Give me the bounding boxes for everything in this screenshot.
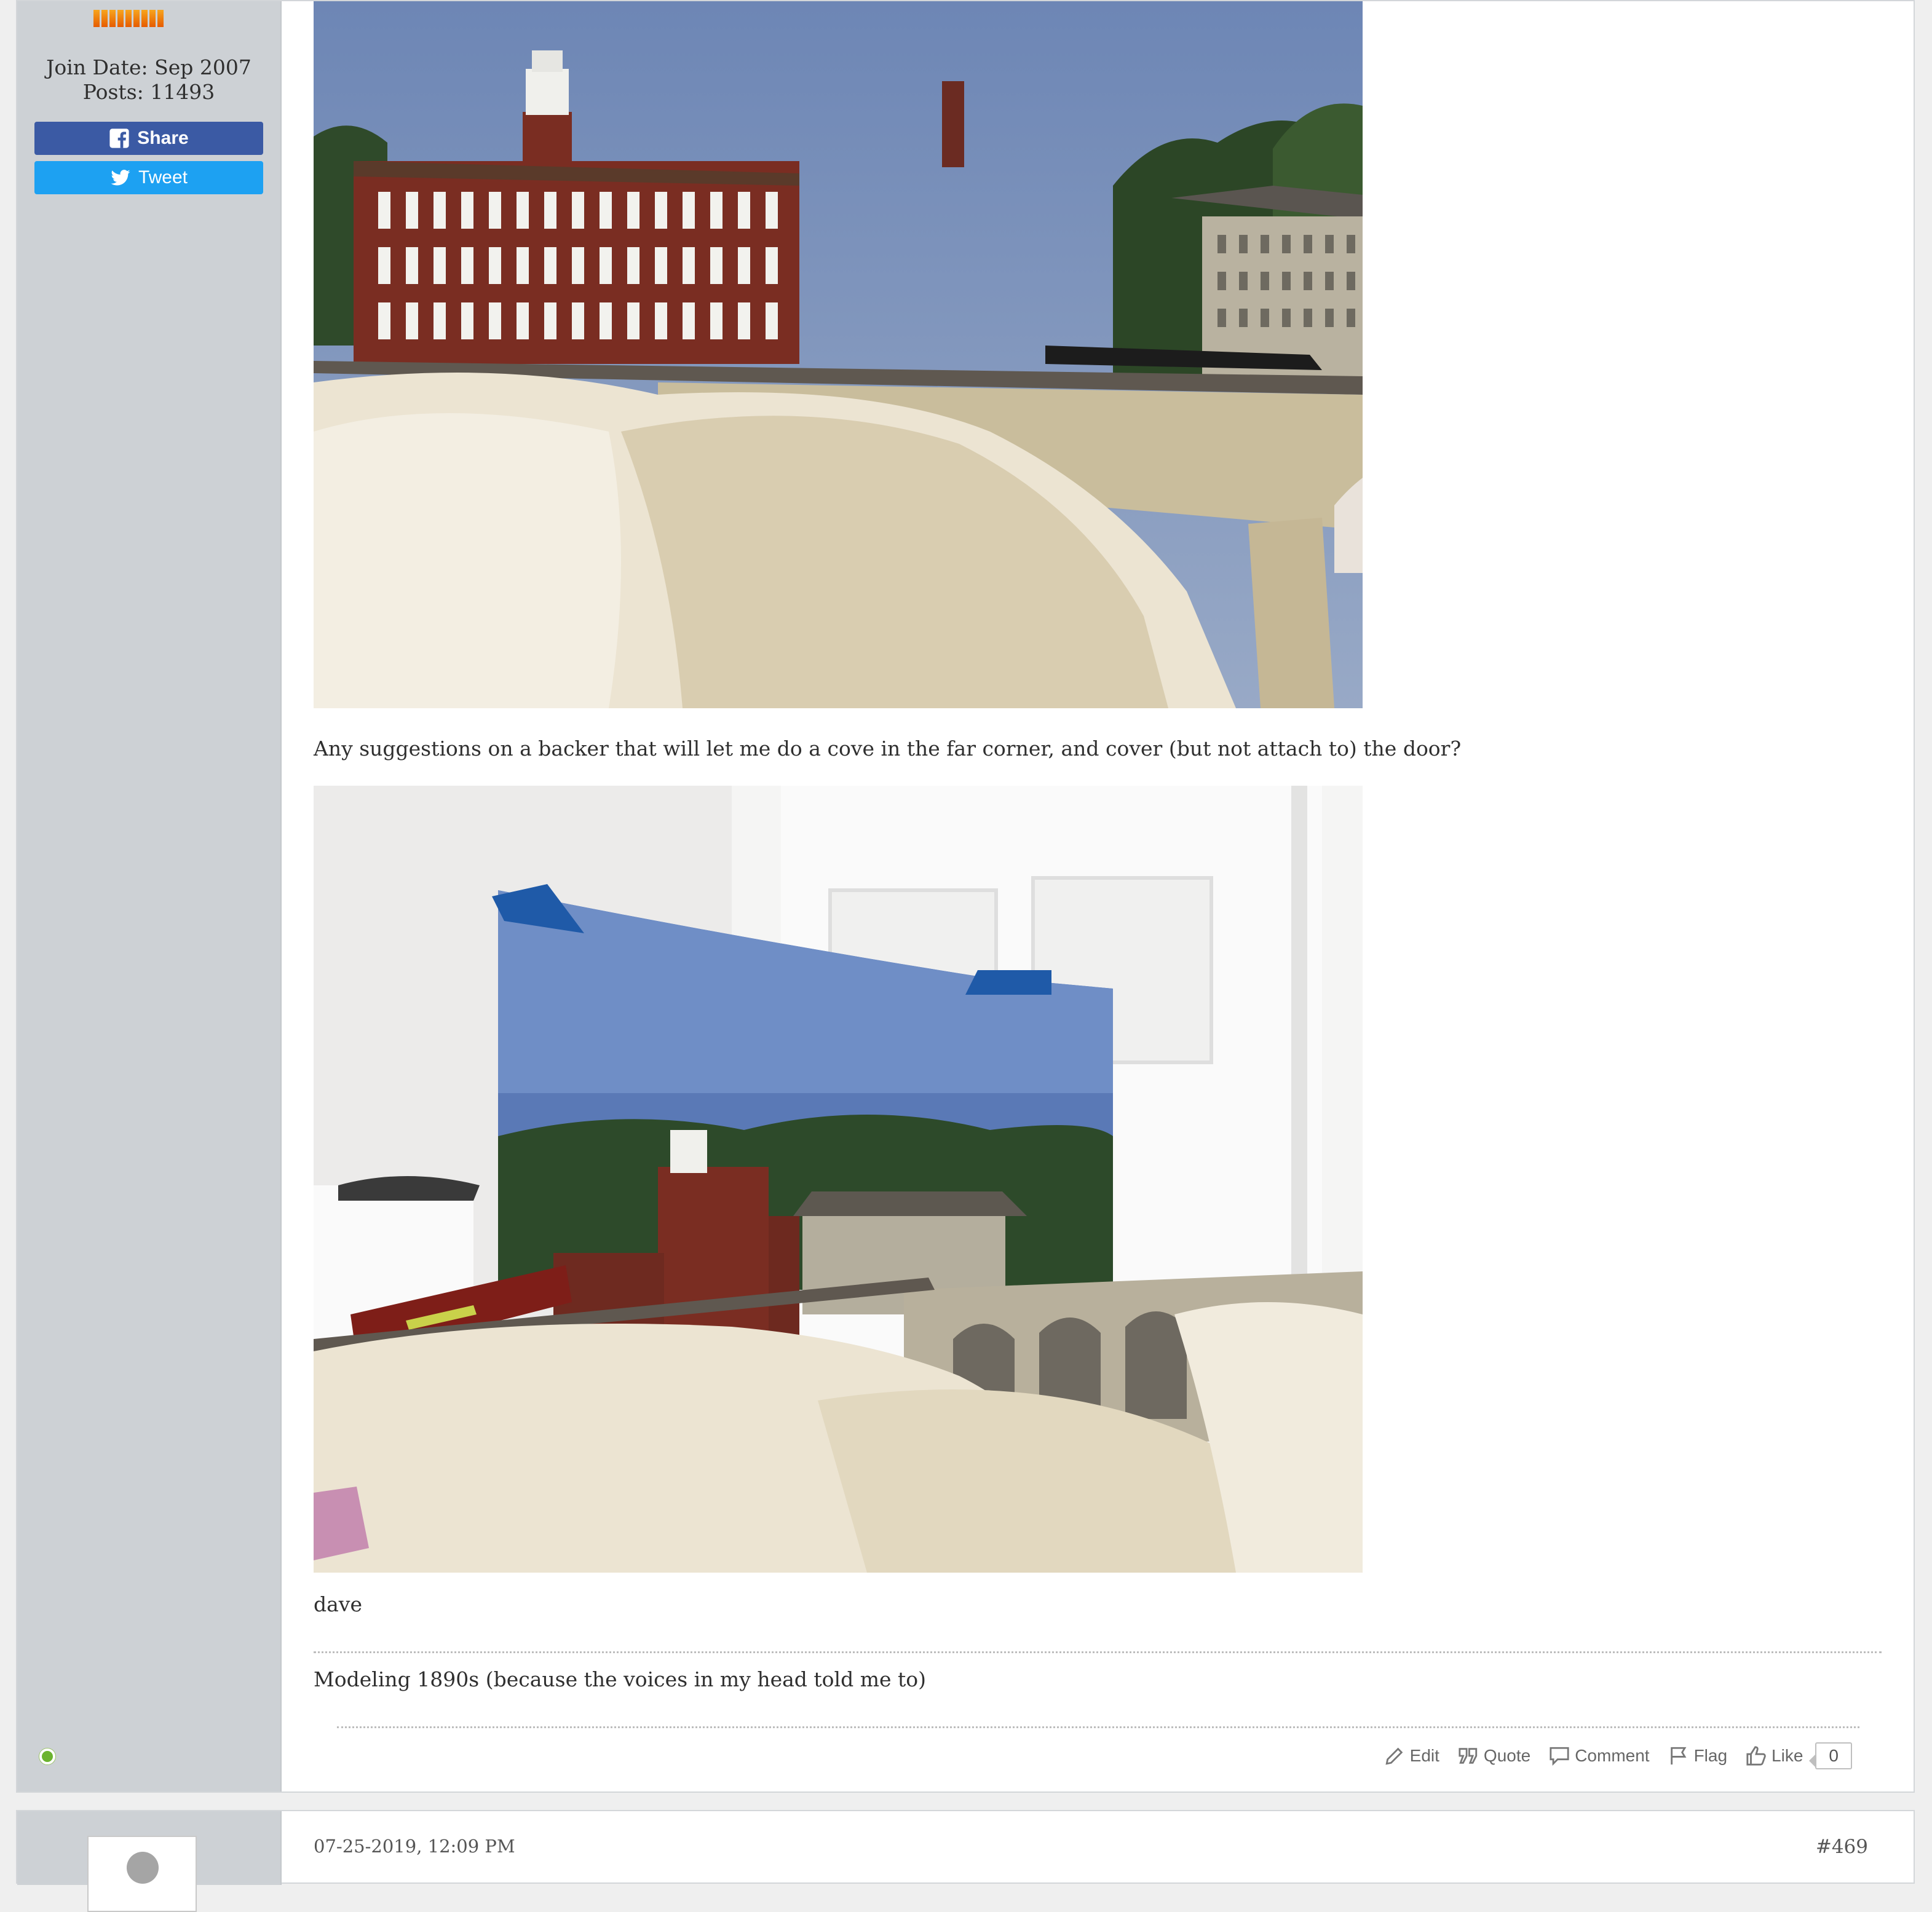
like-label: Like <box>1772 1746 1803 1765</box>
next-post-sidebar <box>17 1811 282 1912</box>
post-count: Posts: 11493 <box>82 80 215 104</box>
page-scrollbar[interactable] <box>1922 0 1932 1862</box>
quote-button[interactable]: Quote <box>1458 1745 1530 1766</box>
quote-label: Quote <box>1483 1746 1531 1765</box>
forum-post: Join Date: Sep 2007 Posts: 11493 Share T… <box>16 0 1915 1793</box>
flag-icon <box>1670 1747 1686 1765</box>
signature-name: dave <box>314 1592 362 1616</box>
user-sidebar: Join Date: Sep 2007 Posts: 11493 Share T… <box>17 1 282 1792</box>
signature-divider <box>314 1651 1882 1653</box>
like-count: 0 <box>1809 1742 1852 1769</box>
online-status-indicator <box>39 1748 55 1764</box>
like-button[interactable]: Like <box>1746 1745 1803 1766</box>
actions-divider <box>337 1726 1859 1728</box>
post-number-link[interactable]: #469 <box>1816 1836 1868 1858</box>
signature-text: Modeling 1890s (because the voices in my… <box>314 1667 927 1691</box>
pencil-icon <box>1385 1747 1403 1765</box>
flag-button[interactable]: Flag <box>1668 1745 1727 1766</box>
share-label: Share <box>137 128 189 148</box>
facebook-share-button[interactable]: Share <box>34 122 263 155</box>
edit-button[interactable]: Edit <box>1384 1745 1439 1766</box>
twitter-tweet-button[interactable]: Tweet <box>34 161 263 194</box>
post-photo-door-backdrop[interactable] <box>314 786 1363 1573</box>
avatar[interactable] <box>87 1836 197 1912</box>
post-actions: Edit Quote Comment Flag Like 0 <box>1384 1739 1852 1773</box>
comment-button[interactable]: Comment <box>1549 1745 1650 1766</box>
post-question: Any suggestions on a backer that will le… <box>314 737 1462 760</box>
twitter-bird-icon <box>111 170 130 186</box>
quote-icon <box>1459 1748 1478 1764</box>
flag-label: Flag <box>1693 1746 1728 1765</box>
comment-icon <box>1550 1747 1569 1766</box>
reputation-bar <box>93 10 164 27</box>
post-date: 07-25-2019, 12:09 PM <box>314 1836 515 1857</box>
tweet-label: Tweet <box>138 167 188 188</box>
thumbs-up-icon <box>1746 1746 1766 1766</box>
comment-label: Comment <box>1575 1746 1650 1765</box>
post-photo-mill-buildings[interactable] <box>314 1 1363 708</box>
facebook-icon <box>109 128 129 148</box>
next-forum-post: 07-25-2019, 12:09 PM #469 <box>16 1810 1915 1912</box>
join-date: Join Date: Sep 2007 <box>46 55 251 79</box>
edit-label: Edit <box>1409 1746 1439 1765</box>
